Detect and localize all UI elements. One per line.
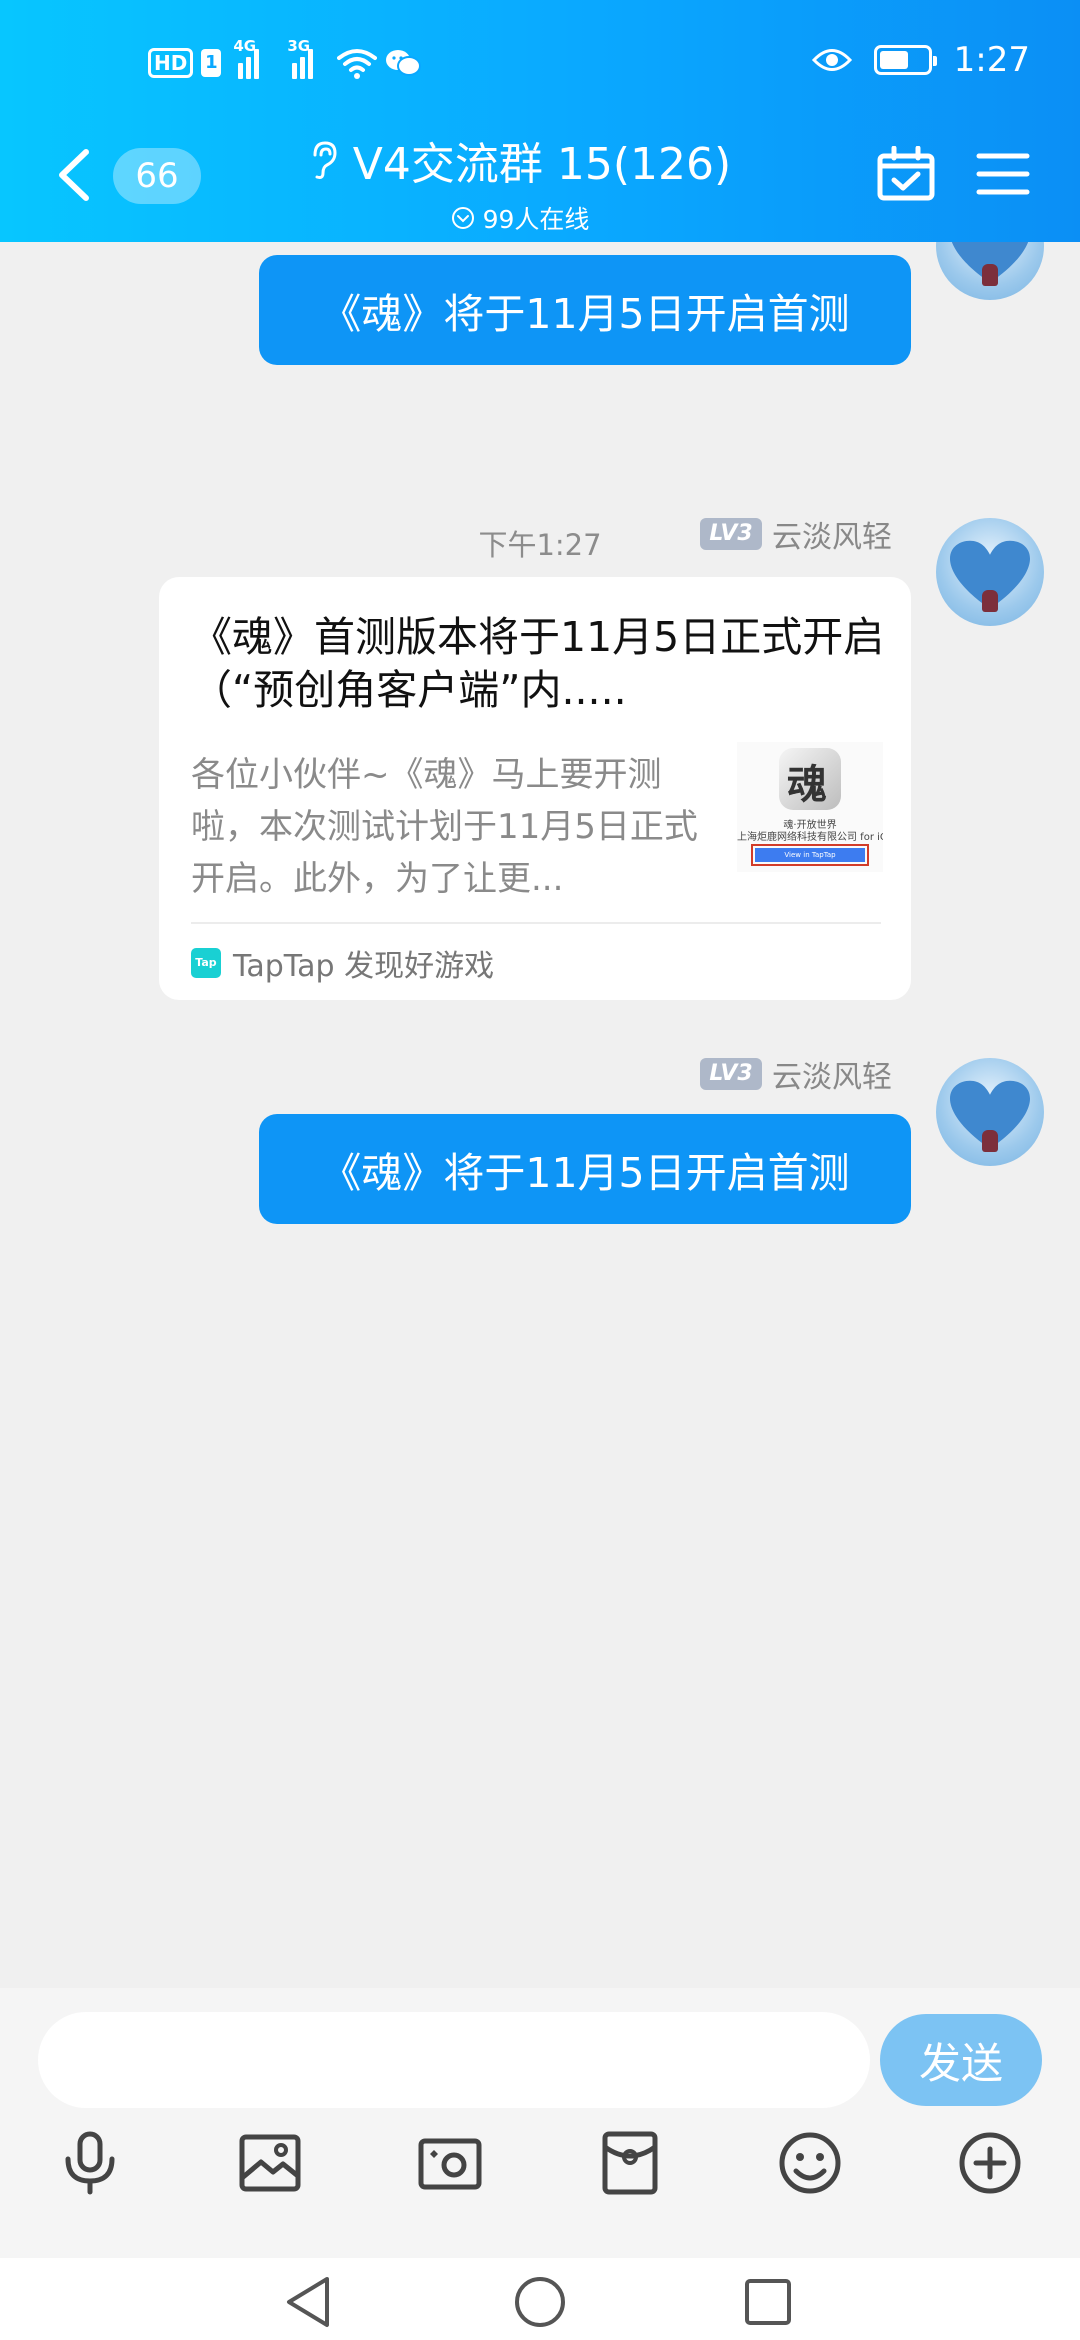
- network-type-label-2: 3G: [287, 37, 311, 55]
- status-bar-left: HD 1 4G 3G: [148, 37, 422, 80]
- hamburger-menu-icon: [976, 153, 1030, 195]
- chat-screen: HD 1 4G 3G 1:27 66 V4交流群 15(126) 99人在线 《…: [0, 0, 1080, 2340]
- red-packet-icon: [602, 2131, 658, 2195]
- sender-info-2: LV3 云淡风轻: [700, 1052, 892, 1096]
- share-card[interactable]: 《魂》首测版本将于11月5日正式开启（“预创角客户端”内..... 各位小伙伴~…: [159, 577, 911, 1000]
- earpiece-icon: [313, 141, 337, 179]
- nav-home-button[interactable]: [510, 2274, 570, 2330]
- status-time: 1:27: [953, 40, 1030, 80]
- sender-name[interactable]: 云淡风轻: [772, 1052, 892, 1096]
- card-description: 各位小伙伴~《魂》马上要开测啦，本次测试计划于11月5日正式开启。此外，为了让更…: [191, 755, 698, 899]
- signal-icon: 4G: [233, 37, 267, 79]
- chevron-left-icon: [59, 149, 89, 201]
- circle-home-icon: [515, 2277, 565, 2327]
- message-list[interactable]: 《魂》将于11月5日开启首测 下午1:27 LV3 云淡风轻 《魂》首测版本将于…: [0, 242, 1080, 1988]
- card-source: Tap TapTap 发现好游戏: [191, 941, 494, 985]
- photo-button[interactable]: [235, 2128, 305, 2198]
- thumb-button-label: View in TapTap: [755, 848, 865, 862]
- thumb-button: View in TapTap: [751, 844, 869, 866]
- emoji-button[interactable]: [775, 2128, 845, 2198]
- sender-info-1: LV3 云淡风轻: [700, 512, 892, 556]
- taptap-logo-icon: Tap: [191, 948, 221, 978]
- level-badge: LV3: [700, 1058, 762, 1090]
- gallery-icon: [239, 2134, 301, 2192]
- signal-icon-2: 3G: [287, 37, 321, 79]
- calendar-button[interactable]: [876, 145, 936, 202]
- camera-icon: [418, 2138, 482, 2190]
- avatar[interactable]: [936, 1058, 1044, 1166]
- plus-circle-icon: [959, 2132, 1021, 2194]
- sender-name[interactable]: 云淡风轻: [772, 512, 892, 556]
- red-packet-button[interactable]: [595, 2128, 665, 2198]
- unread-count-badge[interactable]: 66: [113, 148, 201, 204]
- avatar[interactable]: [936, 242, 1044, 300]
- card-thumbnail: 魂·开放世界 上海炬鹿网络科技有限公司 for iOS View in TapT…: [737, 742, 883, 872]
- message-bubble[interactable]: 《魂》将于11月5日开启首测: [259, 255, 911, 365]
- group-title: V4交流群 15(126): [352, 139, 732, 190]
- card-divider: [191, 922, 881, 924]
- level-badge: LV3: [700, 518, 762, 550]
- more-button[interactable]: [955, 2128, 1025, 2198]
- network-type-label: 4G: [233, 37, 257, 55]
- card-source-label: TapTap 发现好游戏: [233, 949, 495, 984]
- battery-icon: [873, 45, 937, 75]
- avatar[interactable]: [936, 518, 1044, 626]
- message-input[interactable]: [38, 2012, 870, 2108]
- system-nav-bar: [0, 2258, 1080, 2340]
- square-recents-icon: [745, 2279, 791, 2325]
- sim-icon: 1: [201, 49, 222, 77]
- online-indicator-icon: [451, 207, 474, 229]
- wifi-icon: [337, 49, 378, 79]
- time-separator: 下午1:27: [478, 528, 602, 562]
- menu-button[interactable]: [976, 150, 1030, 198]
- title-area[interactable]: V4交流群 15(126) 99人在线: [300, 128, 740, 236]
- thumb-caption: 上海炬鹿网络科技有限公司 for iOS: [737, 832, 883, 843]
- calendar-check-icon: [877, 145, 935, 201]
- triangle-back-icon: [287, 2277, 329, 2327]
- camera-button[interactable]: [415, 2128, 485, 2198]
- send-button[interactable]: 发送: [880, 2014, 1042, 2106]
- game-icon: [779, 748, 841, 810]
- eye-icon: [811, 49, 852, 71]
- back-button[interactable]: [50, 146, 100, 204]
- online-count: 99人在线: [482, 205, 590, 234]
- emoji-icon: [779, 2132, 841, 2194]
- voice-button[interactable]: [55, 2128, 125, 2198]
- status-bar-right: 1:27: [811, 40, 1030, 80]
- message-bubble[interactable]: 《魂》将于11月5日开启首测: [259, 1114, 911, 1224]
- input-area: 发送: [0, 1988, 1080, 2258]
- hd-icon: HD: [148, 48, 194, 78]
- wechat-icon: [386, 50, 422, 76]
- microphone-icon: [65, 2131, 115, 2195]
- header: HD 1 4G 3G 1:27 66 V4交流群 15(126) 99人在线: [0, 0, 1080, 242]
- card-title: 《魂》首测版本将于11月5日正式开启（“预创角客户端”内.....: [191, 613, 885, 714]
- nav-recents-button[interactable]: [738, 2274, 798, 2330]
- nav-back-button[interactable]: [278, 2274, 338, 2330]
